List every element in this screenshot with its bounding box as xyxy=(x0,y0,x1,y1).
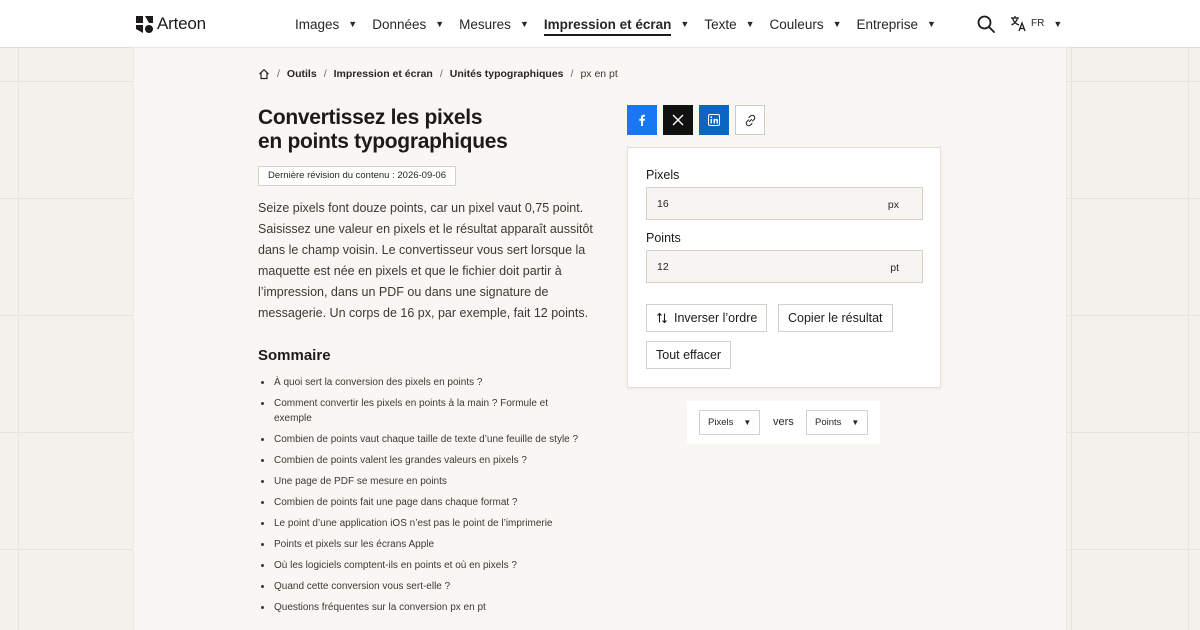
caret-down-icon: ▼ xyxy=(435,19,445,29)
toc-title: Sommaire xyxy=(258,347,331,364)
swap-button-label: Inverser l’ordre xyxy=(674,311,758,325)
from-unit-select[interactable]: Pixels ▼ xyxy=(699,410,761,435)
intro-paragraph: Seize pixels font douze points, car un p… xyxy=(258,201,593,320)
table-of-contents: À quoi sert la conversion des pixels en … xyxy=(258,375,588,621)
caret-down-icon: ▼ xyxy=(851,418,860,427)
share-x-button[interactable] xyxy=(663,105,693,135)
breadcrumb-item[interactable]: Impression et écran xyxy=(334,68,433,80)
title-line: en points typographiques xyxy=(258,130,508,153)
breadcrumb-separator: / xyxy=(323,68,327,80)
nav-item-mesures[interactable]: Mesures ▼ xyxy=(459,0,529,48)
share-facebook-button[interactable] xyxy=(627,105,657,135)
caret-down-icon: ▼ xyxy=(927,19,936,29)
breadcrumb-separator: / xyxy=(277,68,280,80)
logo[interactable]: Arteon xyxy=(136,14,206,34)
breadcrumb-separator: / xyxy=(570,68,574,80)
pixels-unit: px xyxy=(887,199,899,211)
clear-all-button[interactable]: Tout effacer xyxy=(646,341,732,369)
translate-icon xyxy=(1011,16,1026,32)
breadcrumb-item[interactable]: Unités typographiques xyxy=(450,68,564,80)
toc-item[interactable]: Le point d’une application iOS n’est pas… xyxy=(258,516,588,531)
revision-badge: Dernière révision du contenu : 2026-09-0… xyxy=(258,166,456,186)
toc-item[interactable]: Combien de points fait une page dans cha… xyxy=(258,495,588,510)
caret-down-icon: ▼ xyxy=(680,19,690,29)
points-input[interactable]: 12 pt xyxy=(646,250,923,283)
breadcrumb-current: px en pt xyxy=(580,68,618,80)
facebook-icon xyxy=(639,114,645,126)
points-value: 12 xyxy=(657,261,669,273)
nav-item-donnees[interactable]: Données ▼ xyxy=(372,0,444,48)
link-icon xyxy=(745,114,755,126)
copy-link-button[interactable] xyxy=(735,105,765,135)
pixels-value: 16 xyxy=(657,198,669,210)
swap-arrows-icon xyxy=(657,312,667,324)
nav-label: Couleurs xyxy=(769,16,824,32)
toc-item[interactable]: Points et pixels sur les écrans Apple xyxy=(258,537,588,552)
caret-down-icon: ▼ xyxy=(832,19,842,29)
breadcrumb: / Outils / Impression et écran / Unités … xyxy=(258,68,618,80)
logo-text: Arteon xyxy=(157,14,206,33)
language-selector[interactable]: FR ▼ xyxy=(1010,15,1062,32)
toc-item[interactable]: Quand cette conversion vous sert-elle ? xyxy=(258,579,588,594)
points-unit: pt xyxy=(890,262,899,274)
nav-label: Texte xyxy=(704,16,737,32)
top-header: Arteon Images ▼ Données ▼ Mesures ▼ Impr… xyxy=(0,0,1200,48)
nav-item-couleurs[interactable]: Couleurs ▼ xyxy=(770,0,842,48)
unit-connector: vers xyxy=(773,416,794,428)
toc-item[interactable]: Une page de PDF se mesure en points xyxy=(258,474,588,489)
pixels-input[interactable]: 16 px xyxy=(646,187,923,220)
page-title: Convertissez les pixels en points typogr… xyxy=(258,106,588,154)
linkedin-icon xyxy=(708,114,720,126)
copy-result-button[interactable]: Copier le résultat xyxy=(778,304,893,332)
toc-item[interactable]: Combien de points valent les grandes val… xyxy=(258,453,588,468)
copy-result-label: Copier le résultat xyxy=(788,311,883,325)
breadcrumb-separator: / xyxy=(439,68,443,80)
toc-item[interactable]: Comment convertir les pixels en points à… xyxy=(258,396,588,426)
toc-item[interactable]: Questions fréquentes sur la conversion p… xyxy=(258,600,588,615)
arteon-logo-icon xyxy=(136,15,153,33)
language-code: FR xyxy=(1031,18,1045,29)
from-unit-value: Pixels xyxy=(708,417,734,428)
nav-item-entreprise[interactable]: Entreprise ▼ xyxy=(857,0,936,48)
caret-down-icon: ▼ xyxy=(743,418,752,427)
caret-down-icon: ▼ xyxy=(745,19,755,29)
pixels-label: Pixels xyxy=(646,168,680,182)
nav-label: Mesures xyxy=(459,16,511,32)
nav-label: Images xyxy=(295,16,340,32)
breadcrumb-item[interactable]: Outils xyxy=(287,68,317,80)
share-bar xyxy=(627,105,765,135)
home-icon[interactable] xyxy=(258,68,270,80)
toc-item[interactable]: À quoi sert la conversion des pixels en … xyxy=(258,375,588,390)
nav-item-texte[interactable]: Texte ▼ xyxy=(704,0,754,48)
nav-item-images[interactable]: Images ▼ xyxy=(295,0,357,48)
caret-down-icon: ▼ xyxy=(1053,18,1063,29)
nav-label: Entreprise xyxy=(856,16,919,32)
swap-button[interactable]: Inverser l’ordre xyxy=(646,304,768,332)
x-icon xyxy=(672,114,684,126)
to-unit-value: Points xyxy=(815,417,842,428)
nav-label: Impression et écran xyxy=(543,17,672,36)
converter-card: Pixels 16 px Points 12 pt Inverser l’ord… xyxy=(627,147,941,388)
caret-down-icon: ▼ xyxy=(348,19,358,29)
search-icon[interactable] xyxy=(976,14,996,34)
title-line: Convertissez les pixels xyxy=(258,106,483,129)
caret-down-icon: ▼ xyxy=(519,19,529,29)
unit-selector-bar: Pixels ▼ vers Points ▼ xyxy=(687,401,880,444)
nav-item-impression-ecran[interactable]: Impression et écran ▼ xyxy=(543,0,690,48)
toc-item[interactable]: Combien de points vaut chaque taille de … xyxy=(258,432,588,447)
main-nav: Images ▼ Données ▼ Mesures ▼ Impression … xyxy=(295,0,951,48)
clear-all-label: Tout effacer xyxy=(656,348,722,362)
toc-item[interactable]: Où les logiciels comptent-ils en points … xyxy=(258,558,588,573)
to-unit-select[interactable]: Points ▼ xyxy=(806,410,869,435)
nav-label: Données xyxy=(372,16,427,32)
points-label: Points xyxy=(646,231,681,245)
share-linkedin-button[interactable] xyxy=(699,105,729,135)
